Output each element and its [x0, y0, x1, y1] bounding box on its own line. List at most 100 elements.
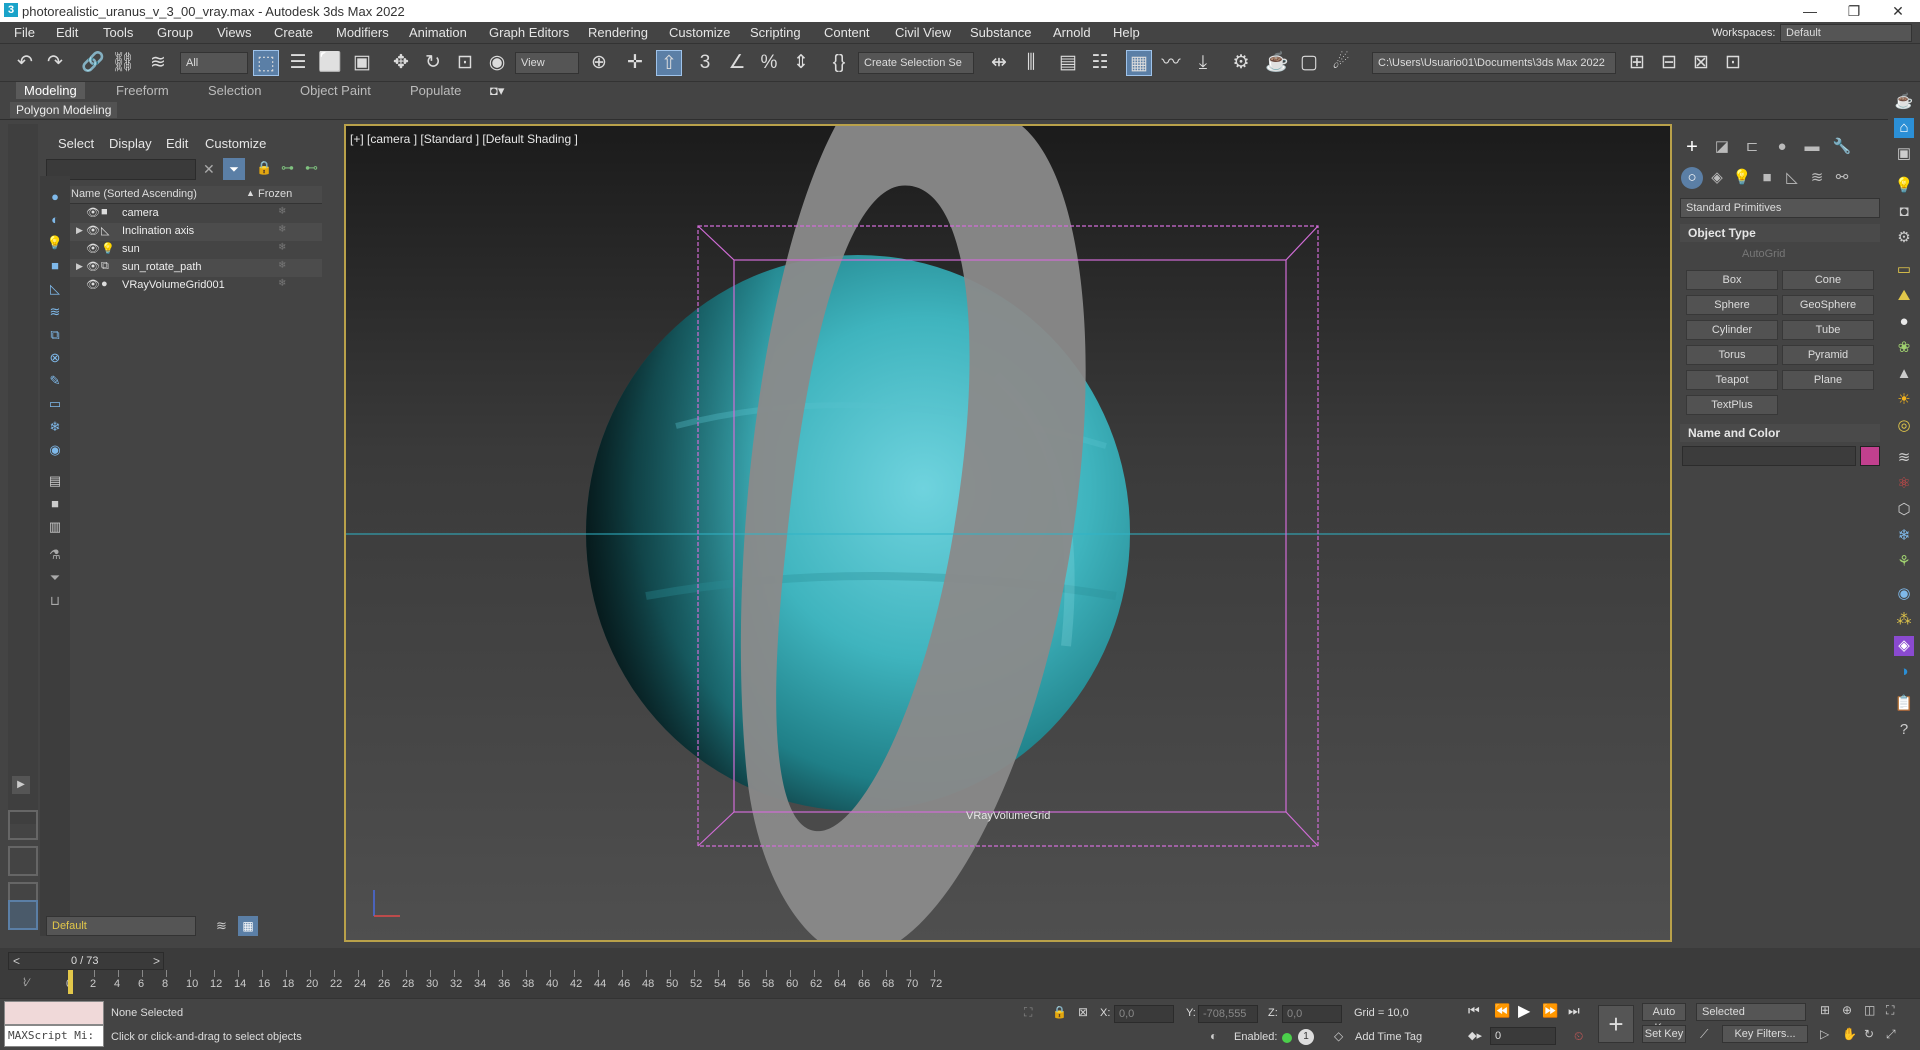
- render-setup-icon[interactable]: ☕: [1264, 50, 1290, 76]
- menu-create[interactable]: Create: [274, 25, 313, 40]
- edit-named-selection-icon[interactable]: {}: [826, 50, 852, 76]
- absolute-mode-icon[interactable]: ⊠: [1078, 1005, 1088, 1019]
- set-keys-icon[interactable]: +: [1598, 1005, 1634, 1043]
- rendered-frame-window-icon[interactable]: ▢: [1296, 50, 1322, 76]
- auto-key-button[interactable]: Auto Key: [1642, 1003, 1686, 1034]
- walk-through-icon[interactable]: ✋: [1842, 1027, 1857, 1041]
- box-button[interactable]: Box: [1686, 270, 1778, 290]
- autogrid-checkbox-label[interactable]: AutoGrid: [1742, 248, 1785, 260]
- workspaces-dropdown[interactable]: Default: [1780, 24, 1912, 42]
- find-icon[interactable]: ⏷: [46, 569, 64, 587]
- select-manipulate-icon[interactable]: ✛: [622, 50, 648, 76]
- align-icon[interactable]: ⫼: [1018, 50, 1044, 76]
- mirror-icon[interactable]: ⇹: [986, 50, 1012, 76]
- minimize-icon[interactable]: —: [1788, 0, 1832, 22]
- select-by-name-icon[interactable]: ☰: [285, 50, 311, 76]
- display-none-icon[interactable]: ■: [46, 495, 64, 513]
- maxscript-mini-input[interactable]: MAXScript Mi:: [4, 1025, 104, 1047]
- layer-view-icon[interactable]: ⊷: [305, 160, 318, 176]
- snowflake-icon[interactable]: ❄: [1894, 526, 1914, 546]
- spacewarps-category-icon[interactable]: ≋: [1806, 167, 1828, 189]
- selection-lock-icon[interactable]: 🔒: [1052, 1005, 1067, 1019]
- selection-set-dropdown[interactable]: Create Selection Se: [858, 52, 974, 74]
- pyramid-button[interactable]: Pyramid: [1782, 345, 1874, 365]
- display-helpers-icon[interactable]: ◺: [46, 280, 64, 298]
- plane-icon[interactable]: ▭: [1894, 260, 1914, 280]
- scale-icon[interactable]: ⊡: [452, 50, 478, 76]
- motion-tab-icon[interactable]: ●: [1771, 136, 1793, 158]
- window-crossing-icon[interactable]: ▣: [349, 50, 375, 76]
- sun-icon[interactable]: ☀: [1894, 390, 1914, 410]
- viewport-label[interactable]: [+] [camera ] [Standard ] [Default Shadi…: [350, 132, 578, 146]
- eye-icon[interactable]: 👁: [86, 278, 100, 291]
- ribbon-sub-label[interactable]: Polygon Modeling: [10, 102, 118, 118]
- set-key-button[interactable]: Set Key: [1642, 1025, 1686, 1043]
- menu-civil-view[interactable]: Civil View: [895, 25, 951, 40]
- restore-icon[interactable]: ❐: [1832, 0, 1876, 22]
- menu-substance[interactable]: Substance: [970, 25, 1031, 40]
- freeze-icon[interactable]: ❄: [278, 260, 286, 271]
- systems-category-icon[interactable]: ⚯: [1831, 167, 1853, 189]
- object-color-swatch[interactable]: [1860, 446, 1880, 466]
- object-name-input[interactable]: [1682, 446, 1856, 466]
- expand-arrow-icon[interactable]: ▶: [76, 225, 83, 236]
- orbit-icon[interactable]: ↻: [1864, 1027, 1874, 1041]
- info-icon[interactable]: 1: [1298, 1029, 1314, 1045]
- go-to-start-icon[interactable]: ⏮: [1468, 1003, 1480, 1019]
- freeze-icon[interactable]: ❄: [278, 206, 286, 217]
- select-object-icon[interactable]: ⬚: [253, 50, 279, 76]
- viewport-layout-2-icon[interactable]: [8, 846, 38, 876]
- layer-dropdown[interactable]: Default: [46, 916, 196, 936]
- multi-material-icon[interactable]: ⁂: [1894, 610, 1914, 630]
- viewport-layout-1-icon[interactable]: [8, 810, 38, 840]
- bind-spacewarp-icon[interactable]: ≋: [145, 50, 171, 76]
- helper-icon[interactable]: ⚙: [1894, 228, 1914, 248]
- scene-item-vrayvolumegrid001[interactable]: 👁 ● VRayVolumeGrid001 ❄: [70, 277, 322, 295]
- close-icon[interactable]: ✕: [1876, 0, 1920, 22]
- toggle-layer-explorer-icon[interactable]: ☷: [1087, 50, 1113, 76]
- angle-snap-icon[interactable]: ∠: [724, 50, 750, 76]
- vray-icon[interactable]: ◑: [1894, 662, 1914, 682]
- ribbon-options-icon[interactable]: ◘▾: [490, 82, 504, 99]
- cone-icon[interactable]: ▲: [1894, 364, 1914, 384]
- tube-button[interactable]: Tube: [1782, 320, 1874, 340]
- object-type-rollout-title[interactable]: Object Type: [1680, 224, 1880, 242]
- lights-category-icon[interactable]: 💡: [1731, 167, 1753, 189]
- filter-icon[interactable]: ⏷: [223, 158, 245, 180]
- proxy-icon[interactable]: ⬡: [1894, 500, 1914, 520]
- display-bones-icon[interactable]: ✎: [46, 372, 64, 390]
- home-icon[interactable]: ⌂: [1894, 118, 1914, 138]
- hierarchy-tab-icon[interactable]: ⊏: [1741, 136, 1763, 158]
- menu-scripting[interactable]: Scripting: [750, 25, 801, 40]
- display-lights-icon[interactable]: 💡: [46, 234, 64, 252]
- pivot-center-icon[interactable]: ⊕: [586, 50, 612, 76]
- plane-button[interactable]: Plane: [1782, 370, 1874, 390]
- toggle-ribbon-icon[interactable]: ▦: [1126, 50, 1152, 76]
- primitive-type-dropdown[interactable]: Standard Primitives: [1680, 198, 1880, 218]
- plant-icon[interactable]: ❀: [1894, 338, 1914, 358]
- explorer-menu-edit[interactable]: Edit: [166, 136, 188, 151]
- link-display-icon[interactable]: ⊔: [46, 592, 64, 610]
- torus-button[interactable]: Torus: [1686, 345, 1778, 365]
- scene-item-sun-rotate-path[interactable]: ▶ 👁 ⧉ sun_rotate_path ❄: [70, 259, 322, 277]
- zoom-extents-icon[interactable]: ⊞: [1820, 1003, 1830, 1017]
- display-groups-icon[interactable]: ⧉: [46, 326, 64, 344]
- explorer-collapse-icon[interactable]: ▶: [12, 776, 30, 794]
- clipboard-icon[interactable]: 📋: [1894, 694, 1914, 714]
- isolate-selection-icon[interactable]: ⛶: [1024, 1005, 1032, 1020]
- grass-icon[interactable]: ⚘: [1894, 552, 1914, 572]
- time-tag-icon[interactable]: ◇: [1334, 1029, 1343, 1043]
- modify-tab-icon[interactable]: ◪: [1711, 136, 1733, 158]
- menu-arnold[interactable]: Arnold: [1053, 25, 1091, 40]
- render-production-icon[interactable]: ☄: [1328, 50, 1354, 76]
- teapot-icon[interactable]: ☕: [1894, 92, 1914, 112]
- zoom-all-icon[interactable]: ⊕: [1842, 1003, 1852, 1017]
- viewport-camera[interactable]: [+] [camera ] [Standard ] [Default Shadi…: [344, 124, 1672, 942]
- selection-filter-dropdown[interactable]: All: [180, 52, 248, 74]
- viewport-layout-active-icon[interactable]: [8, 900, 38, 930]
- adaptive-degradation-icon[interactable]: ◐: [1210, 1029, 1217, 1043]
- undo-icon[interactable]: ↶: [12, 50, 38, 76]
- project-new-icon[interactable]: ⊟: [1656, 50, 1682, 76]
- display-cameras-icon[interactable]: ■: [46, 257, 64, 275]
- terrain-icon[interactable]: ⛰: [1894, 286, 1914, 306]
